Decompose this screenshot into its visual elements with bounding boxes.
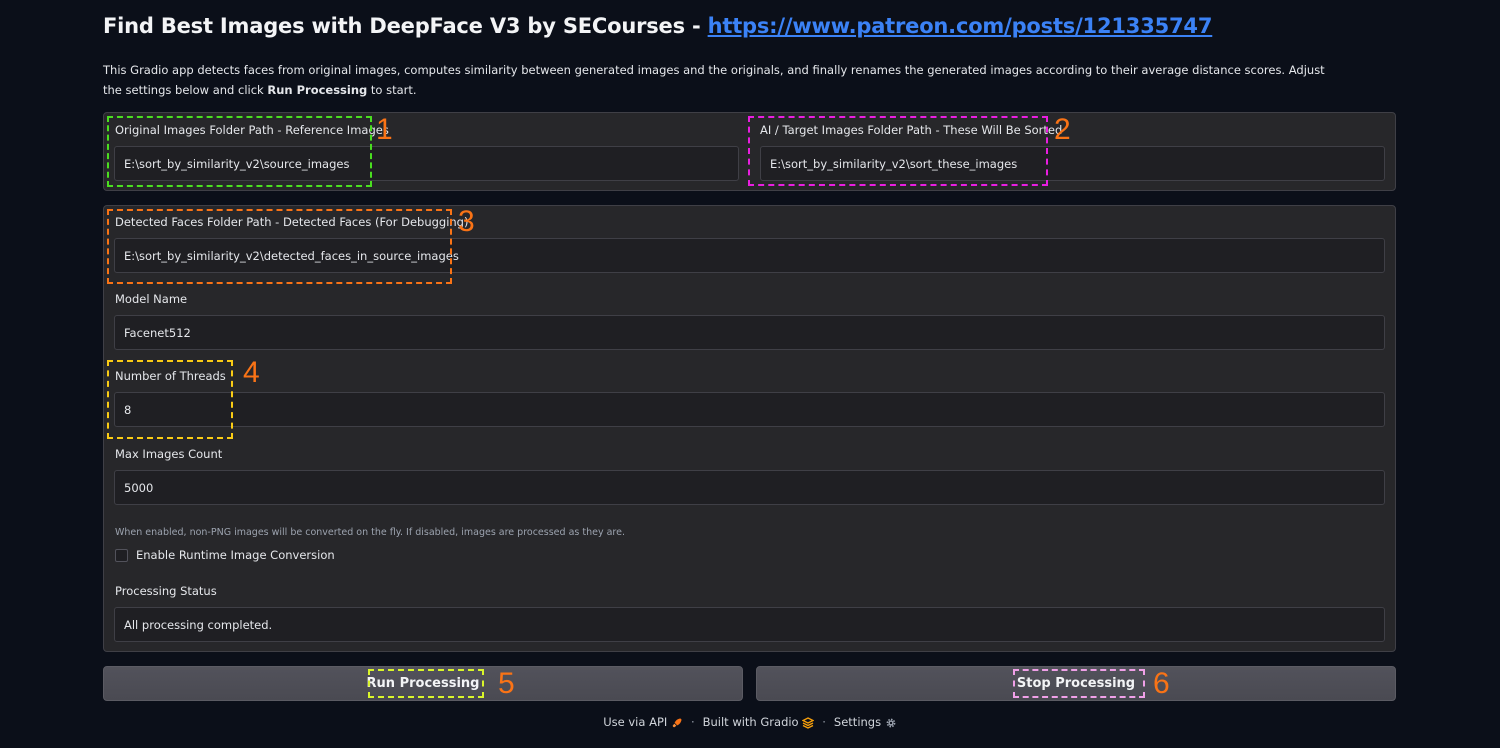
threads-label: Number of Threads (115, 369, 226, 383)
target-folder-value: E:\sort_by_similarity_v2\sort_these_imag… (770, 156, 1018, 171)
use-via-api-label: Use via API (603, 715, 668, 729)
conversion-info: When enabled, non-PNG images will be con… (115, 527, 625, 538)
footer-separator-2: · (822, 715, 826, 729)
annotation-number-4: 4 (243, 356, 260, 389)
detected-folder-label: Detected Faces Folder Path - Detected Fa… (115, 215, 469, 229)
detected-folder-value: E:\sort_by_similarity_v2\detected_faces_… (124, 248, 459, 263)
original-folder-label: Original Images Folder Path - Reference … (115, 123, 389, 137)
target-folder-label: AI / Target Images Folder Path - These W… (760, 123, 1063, 137)
detected-folder-input[interactable]: E:\sort_by_similarity_v2\detected_faces_… (114, 238, 1385, 273)
max-images-value: 5000 (124, 480, 154, 495)
threads-value: 8 (124, 402, 132, 417)
status-output: All processing completed. (114, 607, 1385, 642)
built-with-gradio-label: Built with Gradio (702, 715, 799, 729)
settings-link[interactable]: Settings (834, 715, 897, 729)
model-name-input[interactable]: Facenet512 (114, 315, 1385, 350)
model-name-label: Model Name (115, 292, 188, 306)
original-folder-value: E:\sort_by_similarity_v2\source_images (124, 156, 350, 171)
conversion-label[interactable]: Enable Runtime Image Conversion (136, 548, 335, 562)
page: Find Best Images with DeepFace V3 by SEC… (0, 0, 1500, 748)
status-value: All processing completed. (124, 617, 273, 632)
footer: Use via API · Built with Gradio · Settin… (0, 715, 1500, 729)
annotation-number-5: 5 (498, 667, 515, 700)
run-processing-label: Run Processing (366, 676, 480, 691)
description-bold: Run Processing (267, 83, 368, 97)
rocket-icon (672, 718, 682, 727)
page-title: Find Best Images with DeepFace V3 by SEC… (103, 14, 1212, 38)
stop-processing-button[interactable]: Stop Processing (756, 666, 1396, 701)
run-processing-button[interactable]: Run Processing (103, 666, 743, 701)
stop-processing-label: Stop Processing (1016, 676, 1136, 691)
original-folder-input[interactable]: E:\sort_by_similarity_v2\source_images (114, 146, 739, 181)
footer-separator-1: · (690, 715, 695, 729)
app-description: This Gradio app detects faces from origi… (103, 60, 1343, 100)
target-folder-input[interactable]: E:\sort_by_similarity_v2\sort_these_imag… (760, 146, 1385, 181)
threads-input[interactable]: 8 (114, 392, 1385, 427)
built-with-gradio-link[interactable]: Built with Gradio (703, 715, 815, 729)
conversion-checkbox[interactable] (115, 549, 128, 562)
title-text: Find Best Images with DeepFace V3 by SEC… (103, 14, 708, 38)
annotation-number-3: 3 (458, 205, 475, 238)
model-name-value: Facenet512 (124, 325, 191, 340)
annotation-number-1: 1 (376, 113, 393, 146)
max-images-label: Max Images Count (115, 447, 223, 461)
patreon-link[interactable]: https://www.patreon.com/posts/121335747 (708, 14, 1213, 38)
annotation-number-2: 2 (1054, 113, 1071, 146)
max-images-input[interactable]: 5000 (114, 470, 1385, 505)
use-via-api-link[interactable]: Use via API (603, 715, 683, 729)
gear-icon (886, 718, 896, 727)
annotation-number-6: 6 (1153, 667, 1170, 700)
settings-label: Settings (833, 715, 882, 729)
status-label: Processing Status (115, 584, 217, 598)
gradio-logo-icon (802, 716, 815, 729)
description-end: to start. (367, 83, 417, 97)
